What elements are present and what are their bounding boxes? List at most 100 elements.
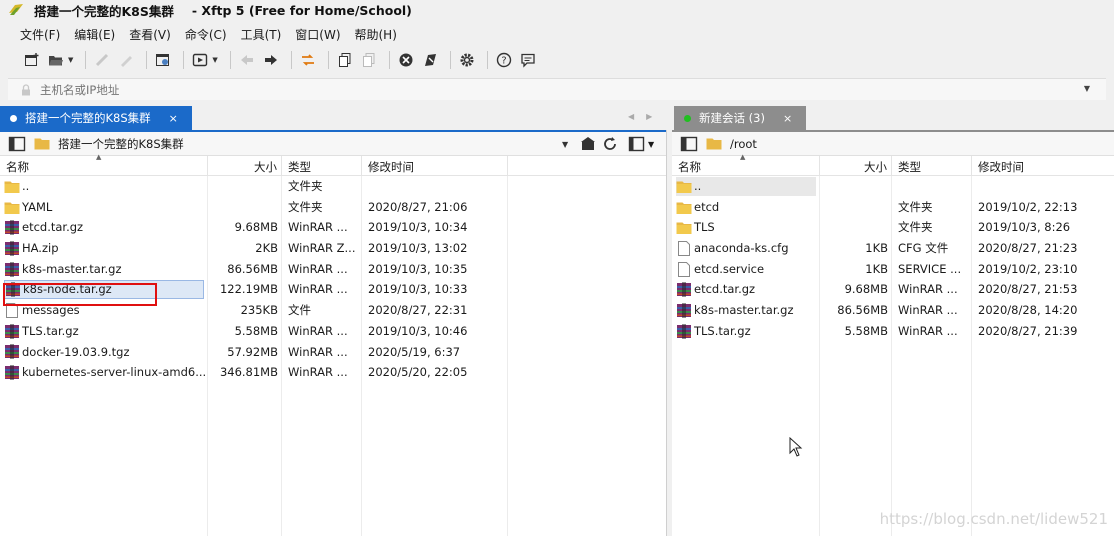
menu-edit[interactable]: 编辑(E) <box>74 26 115 43</box>
file-modified-cell: 2019/10/2, 22:13 <box>978 199 1078 214</box>
file-name-text: YAML <box>22 199 53 214</box>
file-modified-cell: 2020/8/27, 21:23 <box>978 241 1078 256</box>
copy-button[interactable] <box>335 50 355 70</box>
options-button[interactable] <box>457 50 477 70</box>
new-session-button[interactable] <box>22 50 42 70</box>
file-name-cell: anaconda-ks.cfg <box>672 238 820 259</box>
home-folder-icon[interactable] <box>580 136 596 152</box>
layout-toggle-icon[interactable] <box>680 136 698 152</box>
toolbar: ▼ ▼ ? <box>0 47 1114 73</box>
window-title: 搭建一个完整的K8S集群 <box>34 3 174 19</box>
tab-close-icon[interactable]: × <box>783 112 792 125</box>
column-type[interactable]: 类型 <box>892 156 972 176</box>
file-row[interactable]: k8s-master.tar.gz 86.56MB WinRAR ... 2020/8… <box>672 300 1114 321</box>
file-type-cell: WinRAR ... <box>288 344 348 359</box>
menu-help[interactable]: 帮助(H) <box>355 26 397 43</box>
file-row[interactable]: etcd.tar.gz 9.68MB WinRAR ... 2020/8/27, 21… <box>672 279 1114 300</box>
address-dropdown-icon[interactable]: ▼ <box>1084 84 1090 93</box>
file-row[interactable]: kubernetes-server-linux-amd6... 346.81MB W… <box>0 362 666 383</box>
file-name-cell: etcd.tar.gz <box>0 217 208 238</box>
file-row[interactable]: TLS.tar.gz 5.58MB WinRAR ... 2020/8/27, 21:… <box>672 321 1114 342</box>
feedback-button[interactable] <box>518 50 538 70</box>
properties-button[interactable] <box>153 50 173 70</box>
menu-command[interactable]: 命令(C) <box>185 26 227 43</box>
file-name-text: HA.zip <box>22 241 59 256</box>
tab-local-session[interactable]: 搭建一个完整的K8S集群 × <box>0 106 192 130</box>
host-address-input[interactable] <box>38 81 1038 98</box>
file-modified-cell: 2020/8/27, 22:31 <box>368 303 468 318</box>
file-type-cell: WinRAR ... <box>288 261 348 276</box>
file-icon <box>678 261 690 277</box>
column-name[interactable]: 名称 ▲ <box>672 153 820 176</box>
winrar-icon <box>5 240 19 256</box>
file-modified-cell: 2019/10/3, 8:26 <box>978 220 1071 235</box>
column-modified[interactable]: 修改时间 <box>362 156 508 176</box>
open-dropdown-icon[interactable]: ▼ <box>68 56 73 64</box>
svg-text:?: ? <box>501 56 506 67</box>
tab-remote-label: 新建会话 (3) <box>699 111 765 125</box>
column-modified[interactable]: 修改时间 <box>972 156 1114 176</box>
menu-tools[interactable]: 工具(T) <box>241 26 282 43</box>
menu-file[interactable]: 文件(F) <box>20 26 60 43</box>
xftp-button[interactable] <box>420 50 440 70</box>
column-size[interactable]: 大小 <box>820 156 892 176</box>
file-row[interactable]: YAML 文件夹 2020/8/27, 21:06 <box>0 197 666 218</box>
disconnect-button[interactable] <box>92 50 112 70</box>
file-row[interactable]: TLS.tar.gz 5.58MB WinRAR ... 2019/10/3, 10:… <box>0 321 666 342</box>
menu-window[interactable]: 窗口(W) <box>295 26 340 43</box>
xshell-button[interactable] <box>396 50 416 70</box>
file-name-text: etcd <box>694 199 720 214</box>
view-mode-dropdown-icon[interactable]: ▼ <box>648 140 654 149</box>
file-name-text: TLS <box>694 220 715 235</box>
column-name[interactable]: 名称 ▲ <box>0 153 208 176</box>
open-button[interactable] <box>46 50 66 70</box>
file-row[interactable]: etcd.service 1KB SERVICE ... 2019/10/2, 23:… <box>672 259 1114 280</box>
local-path-dropdown-icon[interactable]: ▼ <box>562 140 568 149</box>
file-modified-cell: 2020/8/27, 21:39 <box>978 323 1078 338</box>
winrar-icon <box>5 365 19 381</box>
file-modified-cell: 2020/5/20, 22:05 <box>368 365 468 380</box>
play-box-icon <box>193 53 208 67</box>
file-name-text: k8s-master.tar.gz <box>694 303 794 318</box>
file-row[interactable]: .. 文件夹 <box>0 176 666 197</box>
help-button[interactable]: ? <box>494 50 514 70</box>
reconnect-button[interactable] <box>116 50 136 70</box>
pen-icon <box>121 56 133 67</box>
column-type[interactable]: 类型 <box>282 156 362 176</box>
back-button[interactable] <box>237 50 257 70</box>
refresh-icon[interactable] <box>602 136 618 152</box>
file-row[interactable]: HA.zip 2KB WinRAR Z... 2019/10/3, 13:02 <box>0 238 666 259</box>
file-name-cell: k8s-master.tar.gz <box>0 259 208 280</box>
file-row[interactable]: anaconda-ks.cfg 1KB CFG 文件 2020/8/27, 21:23 <box>672 238 1114 259</box>
file-modified-cell: 2020/8/27, 21:06 <box>368 199 468 214</box>
column-size[interactable]: 大小 <box>208 156 282 176</box>
layout-toggle-icon[interactable] <box>8 136 26 152</box>
view-mode-icon[interactable] <box>628 136 646 152</box>
file-row[interactable]: TLS 文件夹 2019/10/3, 8:26 <box>672 217 1114 238</box>
file-type-cell: WinRAR ... <box>288 323 348 338</box>
left-tab-strip: 搭建一个完整的K8S集群 × <box>0 106 192 130</box>
paste-button[interactable] <box>359 50 379 70</box>
file-row[interactable]: .. <box>672 176 1114 197</box>
transfer-dropdown-icon[interactable]: ▼ <box>212 56 217 64</box>
lock-icon <box>22 83 30 95</box>
file-row[interactable]: docker-19.03.9.tgz 57.92MB WinRAR ... 2020/… <box>0 342 666 363</box>
file-row[interactable]: k8s-master.tar.gz 86.56MB WinRAR ... 2019/1… <box>0 259 666 280</box>
file-type-cell: WinRAR ... <box>288 282 348 297</box>
sync-button[interactable] <box>298 50 318 70</box>
local-path-text[interactable]: 搭建一个完整的K8S集群 <box>58 136 184 152</box>
tab-close-icon[interactable]: × <box>169 112 178 125</box>
paste-icon <box>362 53 375 67</box>
remote-path-text[interactable]: /root <box>730 137 757 151</box>
file-name-text: anaconda-ks.cfg <box>694 241 789 256</box>
file-modified-cell <box>362 176 508 197</box>
forward-button[interactable] <box>261 50 281 70</box>
tab-remote-session[interactable]: 新建会话 (3) × <box>674 106 806 130</box>
file-size-cell: 1KB <box>865 241 888 256</box>
file-row[interactable]: etcd 文件夹 2019/10/2, 22:13 <box>672 197 1114 218</box>
file-type-cell: 文件夹 <box>288 179 323 193</box>
tab-scroll-arrows-icon[interactable]: ◀▶ <box>628 112 664 121</box>
file-row[interactable]: etcd.tar.gz 9.68MB WinRAR ... 2019/10/3, 10… <box>0 217 666 238</box>
menu-view[interactable]: 查看(V) <box>129 26 171 43</box>
transfer-button[interactable] <box>190 50 210 70</box>
